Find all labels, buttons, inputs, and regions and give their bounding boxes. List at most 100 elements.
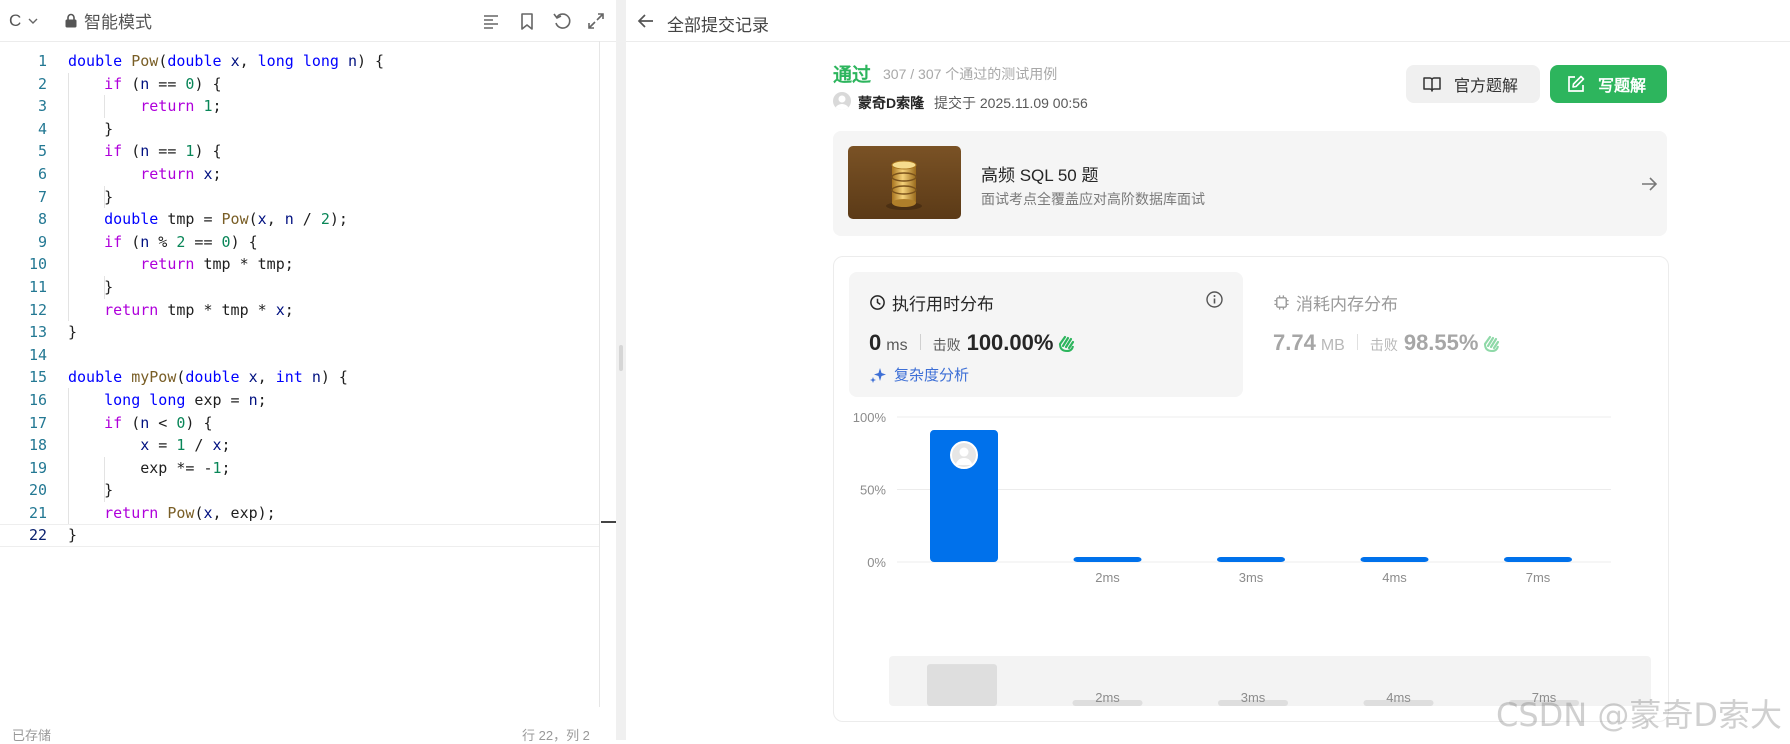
- code-line: 19 exp *= -1;: [0, 457, 600, 480]
- code-line: 21 return Pow(x, exp);: [0, 502, 600, 525]
- write-solution-button[interactable]: 写题解: [1550, 65, 1667, 103]
- bar[interactable]: [1504, 557, 1572, 562]
- line-number: 8: [37, 210, 47, 229]
- divider: [1356, 334, 1358, 350]
- code-line: 15 double myPow(double x, int n) {: [0, 366, 600, 389]
- expand-icon[interactable]: [586, 11, 606, 31]
- pane-splitter[interactable]: [616, 0, 626, 740]
- test-cases-summary: 307 / 307 个通过的测试用例: [883, 66, 1058, 82]
- code-text: }: [68, 277, 114, 296]
- memory-beats: 98.55%: [1403, 330, 1479, 355]
- code-text: if (n % 2 == 0) {: [104, 232, 258, 251]
- line-number: 3: [37, 97, 47, 116]
- official-solution-button[interactable]: 官方题解: [1406, 65, 1540, 103]
- bar[interactable]: [1217, 557, 1285, 562]
- editor-toolbar: C 智能模式: [0, 0, 616, 42]
- avatar-head: [959, 447, 969, 457]
- code-text: return x;: [140, 164, 222, 183]
- line-number: 13: [28, 323, 47, 342]
- line-number: 21: [28, 503, 47, 522]
- runtime-value: 0: [869, 330, 882, 355]
- clap-icon: [1484, 335, 1500, 352]
- code-line: 14: [0, 344, 600, 367]
- format-icon[interactable]: [481, 11, 501, 31]
- clock-icon: [870, 295, 885, 310]
- memory-value: 7.74: [1273, 330, 1316, 355]
- sparkle-icon: [870, 367, 886, 383]
- database-icon: [848, 146, 961, 219]
- lock-icon: [64, 13, 78, 28]
- runtime-distribution-chart[interactable]: 100% 50% 0% 2ms 3ms 4ms 7ms: [834, 397, 1668, 657]
- splitter-handle[interactable]: [619, 345, 623, 371]
- study-plan-card[interactable]: 高频 SQL 50 题 面试考点全覆盖应对高阶数据库面试: [833, 131, 1667, 236]
- line-number: 5: [37, 142, 47, 161]
- line-number: 16: [28, 390, 47, 409]
- edit-icon: [1568, 75, 1585, 92]
- smart-mode-toggle[interactable]: 智能模式: [64, 0, 152, 41]
- editor-status-bar: 已存储 行 22，列 2: [0, 720, 616, 743]
- x-tick-label: 3ms: [1239, 570, 1264, 585]
- code-line: 1 double Pow(double x, long long n) {: [0, 50, 600, 73]
- code-line: 20 }: [0, 479, 600, 502]
- code-text: }: [68, 526, 78, 545]
- runtime-beats: 100.00%: [966, 330, 1054, 355]
- code-line: 3 return 1;: [0, 95, 600, 118]
- complexity-analysis-link[interactable]: 复杂度分析: [869, 364, 969, 385]
- reset-icon[interactable]: [552, 11, 572, 31]
- line-number: 18: [28, 436, 47, 455]
- info-icon[interactable]: [1205, 290, 1224, 309]
- y-tick-label: 100%: [853, 410, 887, 425]
- performance-card: 执行用时分布 0 ms 击败 100.00% 复杂度分析 消耗内存分布 7.74…: [833, 256, 1669, 722]
- book-open-icon: [1423, 77, 1441, 92]
- runtime-panel[interactable]: 执行用时分布 0 ms 击败 100.00% 复杂度分析: [849, 272, 1243, 397]
- username[interactable]: 蒙奇D索隆: [858, 93, 924, 113]
- code-line: 2 if (n == 0) {: [0, 73, 600, 96]
- x-tick-label: 7ms: [1526, 570, 1551, 585]
- code-line: 18 x = 1 / x;: [0, 434, 600, 457]
- result-header: 全部提交记录: [626, 0, 1790, 42]
- language-label: C: [9, 10, 22, 30]
- bar[interactable]: [1073, 557, 1142, 562]
- complexity-label: 复杂度分析: [894, 367, 970, 384]
- runtime-metric: 0 ms 击败 100.00%: [869, 330, 1077, 356]
- cursor-position: 行 22，列 2: [522, 728, 590, 743]
- beats-label: 击败: [932, 337, 961, 353]
- divider: [919, 334, 921, 350]
- code-text: x = 1 / x;: [140, 436, 231, 455]
- avatar[interactable]: [833, 92, 851, 110]
- line-number: 9: [37, 232, 47, 251]
- code-text: return tmp * tmp * x;: [104, 300, 294, 319]
- bar[interactable]: [1360, 557, 1429, 562]
- line-number: 1: [37, 52, 47, 70]
- memory-title-label: 消耗内存分布: [1296, 295, 1398, 314]
- cursor-position-marker: [601, 521, 616, 523]
- line-number: 2: [37, 74, 47, 93]
- line-number: 6: [37, 164, 47, 183]
- code-line: 7 }: [0, 186, 600, 209]
- code-editor-pane: C 智能模式 1 double Pow(double x, long long …: [0, 0, 616, 743]
- y-tick-label: 0%: [867, 555, 886, 570]
- code-text: long long exp = n;: [104, 390, 267, 409]
- editor-scrollbar[interactable]: [599, 41, 600, 707]
- line-number: 12: [28, 300, 47, 319]
- code-line: 17 if (n < 0) {: [0, 412, 600, 435]
- bookmark-icon[interactable]: [517, 11, 537, 31]
- code-line: 5 if (n == 1) {: [0, 140, 600, 163]
- chip-icon: [1274, 295, 1289, 310]
- language-selector[interactable]: C: [9, 0, 39, 41]
- chevron-down-icon: [27, 15, 39, 27]
- submitted-time: 提交于 2025.11.09 00:56: [934, 95, 1088, 111]
- x-tick-label: 2ms: [1095, 570, 1120, 585]
- code-text: }: [68, 119, 114, 138]
- code-area[interactable]: 1 double Pow(double x, long long n) { 2 i…: [0, 50, 600, 548]
- submission-result-pane: 全部提交记录 通过 307 / 307 个通过的测试用例 蒙奇D索隆 提交于 2…: [626, 0, 1790, 740]
- all-submissions-link[interactable]: 全部提交记录: [667, 11, 769, 36]
- submission-status: 通过: [833, 65, 872, 86]
- arrow-left-icon[interactable]: [636, 11, 656, 31]
- code-line: 16 long long exp = n;: [0, 389, 600, 412]
- memory-title[interactable]: 消耗内存分布: [1273, 290, 1398, 315]
- code-line: 12 return tmp * tmp * x;: [0, 299, 600, 322]
- memory-metric: 7.74 MB 击败 98.55%: [1273, 330, 1502, 356]
- official-solution-label: 官方题解: [1454, 78, 1519, 95]
- code-text: }: [68, 323, 78, 342]
